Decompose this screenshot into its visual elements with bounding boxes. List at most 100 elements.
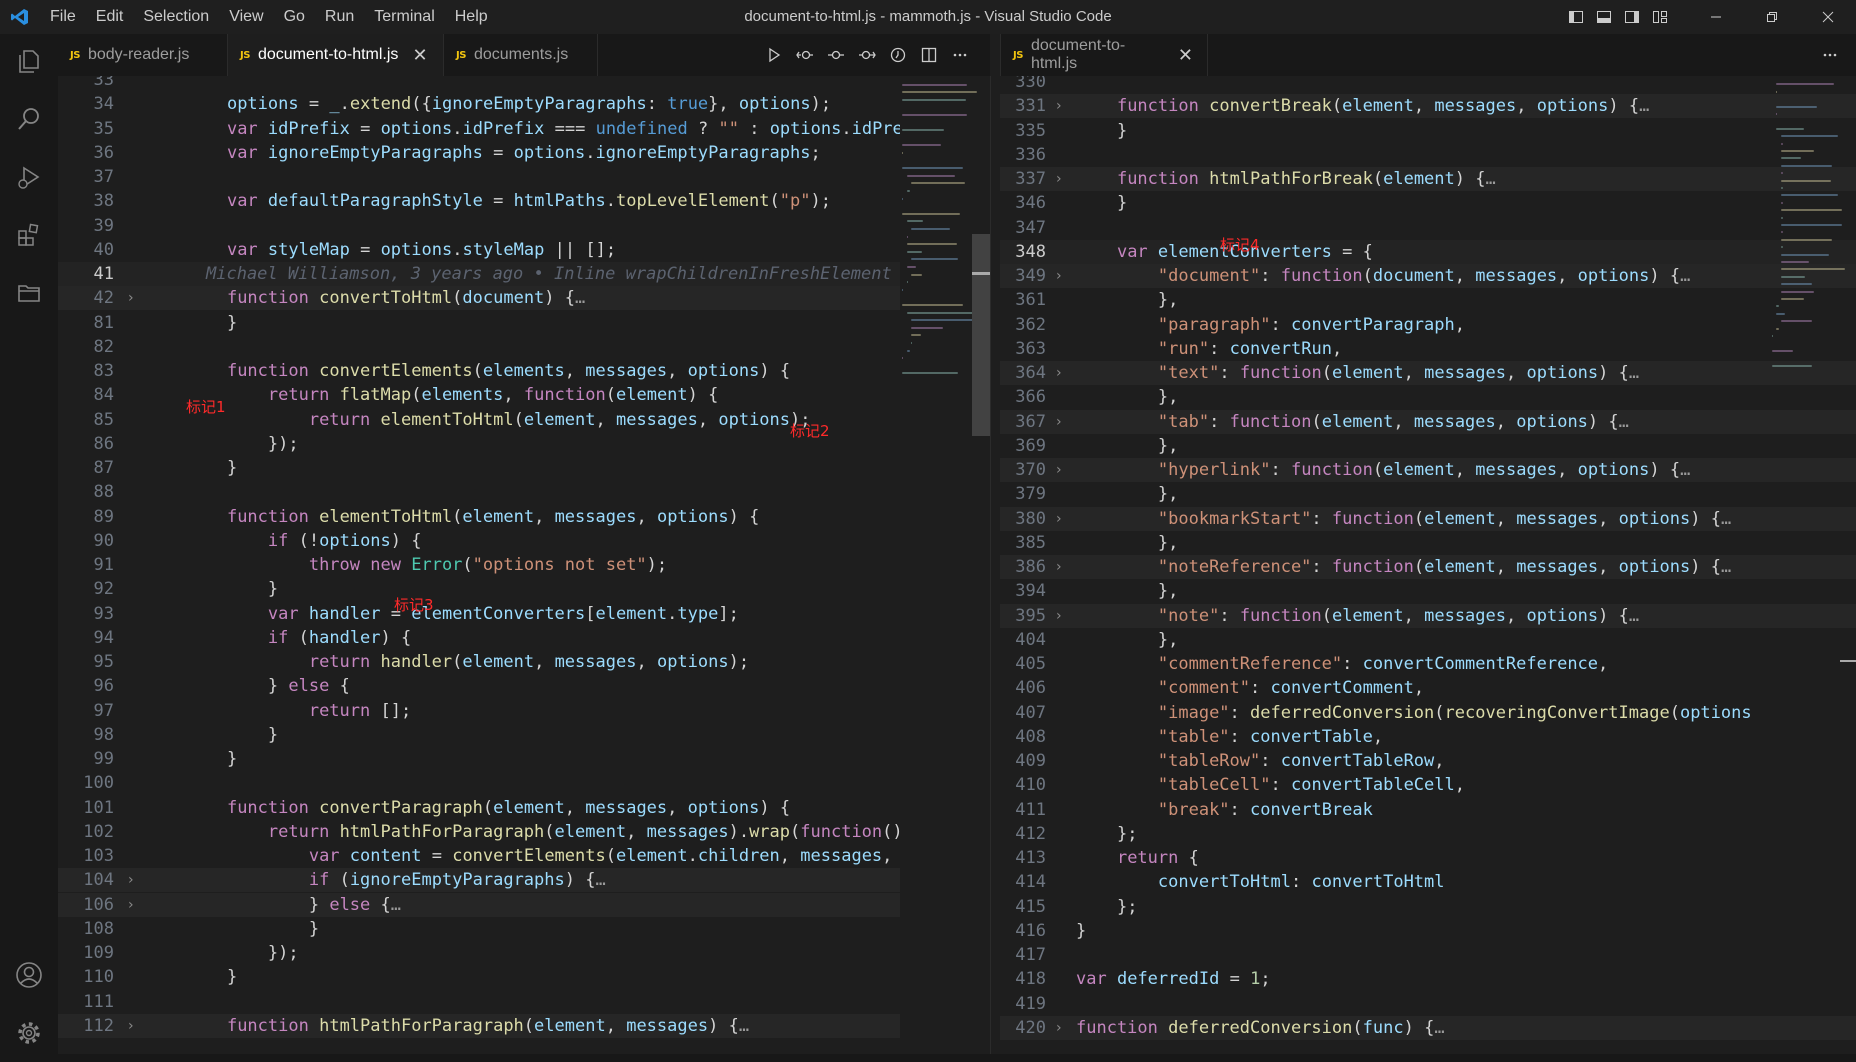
- run-debug-icon[interactable]: [12, 160, 46, 194]
- code-line[interactable]: 91 throw new Error("options not set");: [58, 553, 900, 577]
- code-line[interactable]: 86 });: [58, 432, 900, 456]
- code-line[interactable]: 106 › } else {…: [58, 892, 900, 917]
- code-line[interactable]: 83 function convertElements(elements, me…: [58, 359, 900, 383]
- code-line[interactable]: 82: [58, 335, 900, 359]
- code-line[interactable]: 97 return [];: [58, 699, 900, 723]
- extensions-icon[interactable]: [12, 218, 46, 252]
- code-line[interactable]: 348 var elementConverters = {: [1000, 239, 1856, 264]
- code-line[interactable]: 89 function elementToHtml(element, messa…: [58, 505, 900, 529]
- menu-edit[interactable]: Edit: [86, 0, 134, 34]
- code-line[interactable]: 81 }: [58, 311, 900, 335]
- more-actions-icon[interactable]: [944, 34, 975, 76]
- toggle-secondary-sidebar-icon[interactable]: [1618, 0, 1646, 34]
- account-icon[interactable]: [12, 958, 46, 992]
- code-line[interactable]: 366 },: [1000, 385, 1856, 409]
- fold-chevron-icon[interactable]: ›: [1056, 167, 1062, 191]
- tab-document-to-html-right[interactable]: JS document-to-html.js ✕: [1000, 34, 1208, 76]
- split-editor-icon[interactable]: [913, 34, 944, 76]
- code-line[interactable]: 336: [1000, 143, 1856, 167]
- code-line[interactable]: 406 "comment": convertComment,: [1000, 676, 1856, 700]
- code-line[interactable]: 419: [1000, 992, 1856, 1016]
- code-line[interactable]: 95 return handler(element, messages, opt…: [58, 650, 900, 674]
- menu-run[interactable]: Run: [315, 0, 364, 34]
- code-line[interactable]: 349 › "document": function(document, mess…: [1000, 264, 1856, 288]
- code-line[interactable]: 108 }: [58, 917, 900, 941]
- search-icon[interactable]: [12, 102, 46, 136]
- code-line[interactable]: 405 "commentReference": convertCommentRe…: [1000, 652, 1856, 676]
- menu-terminal[interactable]: Terminal: [364, 0, 444, 34]
- code-line[interactable]: 404 },: [1000, 628, 1856, 652]
- code-line[interactable]: 363 "run": convertRun,: [1000, 337, 1856, 361]
- fold-chevron-icon[interactable]: ›: [1056, 604, 1062, 628]
- code-line[interactable]: 42 › function convertToHtml(document) {…: [58, 286, 900, 311]
- code-line[interactable]: 395 › "note": function(element, messages,…: [1000, 603, 1856, 628]
- code-line[interactable]: 111: [58, 990, 900, 1014]
- right-editor[interactable]: 330 331 › function convertBreak(element, m…: [1000, 76, 1856, 1054]
- code-line[interactable]: 110 }: [58, 965, 900, 989]
- code-line[interactable]: 98 }: [58, 723, 900, 747]
- customize-layout-icon[interactable]: [1646, 0, 1674, 34]
- explorer-icon[interactable]: [12, 44, 46, 78]
- code-line[interactable]: 84 return flatMap(elements, function(ele…: [58, 383, 900, 407]
- tab-body-reader[interactable]: JS body-reader.js: [58, 34, 228, 76]
- code-line[interactable]: 96 } else {: [58, 674, 900, 698]
- right-minimap[interactable]: [1772, 76, 1856, 396]
- code-line[interactable]: 100: [58, 771, 900, 795]
- left-scrollbar-thumb[interactable]: [972, 234, 990, 436]
- code-line[interactable]: 35 var idPrefix = options.idPrefix === u…: [58, 117, 900, 141]
- left-editor[interactable]: 33 34 options = _.extend({ignoreEmptyPara…: [58, 76, 900, 1054]
- fold-chevron-icon[interactable]: ›: [1056, 1016, 1062, 1040]
- code-line[interactable]: 36 var ignoreEmptyParagraphs = options.i…: [58, 141, 900, 165]
- menu-go[interactable]: Go: [274, 0, 315, 34]
- code-line[interactable]: 337 › function htmlPathForBreak(element) …: [1000, 167, 1856, 191]
- fold-chevron-icon[interactable]: ›: [1056, 458, 1062, 482]
- vscode-logo-icon[interactable]: [0, 0, 40, 34]
- code-line[interactable]: 93 var handler = elementConverters[eleme…: [58, 602, 900, 626]
- code-line[interactable]: 92 }: [58, 577, 900, 601]
- code-line[interactable]: 386 › "noteReference": function(element, …: [1000, 555, 1856, 579]
- code-line[interactable]: 346 }: [1000, 191, 1856, 215]
- go-back-icon[interactable]: [789, 34, 820, 76]
- code-line[interactable]: 409 "tableRow": convertTableRow,: [1000, 749, 1856, 773]
- code-line[interactable]: 109 });: [58, 941, 900, 965]
- code-line[interactable]: 420 › function deferredConversion(func) {…: [1000, 1015, 1856, 1040]
- code-line[interactable]: 361 },: [1000, 288, 1856, 312]
- menu-view[interactable]: View: [219, 0, 273, 34]
- fold-chevron-icon[interactable]: ›: [128, 1014, 134, 1038]
- go-forward-icon[interactable]: [851, 34, 882, 76]
- code-line[interactable]: 40 var styleMap = options.styleMap || []…: [58, 238, 900, 262]
- settings-gear-icon[interactable]: [12, 1016, 46, 1050]
- more-actions-icon[interactable]: [1814, 34, 1845, 76]
- fold-chevron-icon[interactable]: ›: [1056, 264, 1062, 288]
- minimize-icon[interactable]: [1688, 0, 1744, 34]
- folder-icon[interactable]: [12, 276, 46, 310]
- code-line[interactable]: 385 },: [1000, 531, 1856, 555]
- code-line[interactable]: 99 }: [58, 747, 900, 771]
- code-line[interactable]: 370 › "hyperlink": function(element, mess…: [1000, 458, 1856, 482]
- fold-chevron-icon[interactable]: ›: [128, 286, 134, 310]
- code-line[interactable]: 33: [58, 76, 900, 92]
- toggle-primary-sidebar-icon[interactable]: [1562, 0, 1590, 34]
- code-line[interactable]: 415 };: [1000, 895, 1856, 919]
- code-line[interactable]: 408 "table": convertTable,: [1000, 725, 1856, 749]
- timeline-icon[interactable]: [882, 34, 913, 76]
- code-line[interactable]: 38 var defaultParagraphStyle = htmlPaths…: [58, 189, 900, 213]
- run-icon[interactable]: [758, 34, 789, 76]
- menu-help[interactable]: Help: [445, 0, 498, 34]
- code-line[interactable]: 407 "image": deferredConversion(recoveri…: [1000, 701, 1856, 725]
- commit-icon[interactable]: [820, 34, 851, 76]
- code-line[interactable]: 94 if (handler) {: [58, 626, 900, 650]
- menu-selection[interactable]: Selection: [133, 0, 219, 34]
- close-tab-icon[interactable]: ✕: [1178, 45, 1193, 66]
- editor-split-divider[interactable]: [990, 76, 991, 1054]
- code-line[interactable]: 37: [58, 165, 900, 189]
- fold-chevron-icon[interactable]: ›: [128, 868, 134, 892]
- code-line[interactable]: 417: [1000, 943, 1856, 967]
- code-line[interactable]: 87 }: [58, 456, 900, 480]
- toggle-panel-icon[interactable]: [1590, 0, 1618, 34]
- fold-chevron-icon[interactable]: ›: [1056, 555, 1062, 579]
- code-line[interactable]: 335 }: [1000, 119, 1856, 143]
- code-line[interactable]: 41 Michael Williamson, 3 years ago • Inli…: [58, 262, 900, 286]
- code-line[interactable]: 112 › function htmlPathForParagraph(eleme…: [58, 1013, 900, 1038]
- tab-document-to-html[interactable]: JS document-to-html.js ✕: [228, 34, 444, 76]
